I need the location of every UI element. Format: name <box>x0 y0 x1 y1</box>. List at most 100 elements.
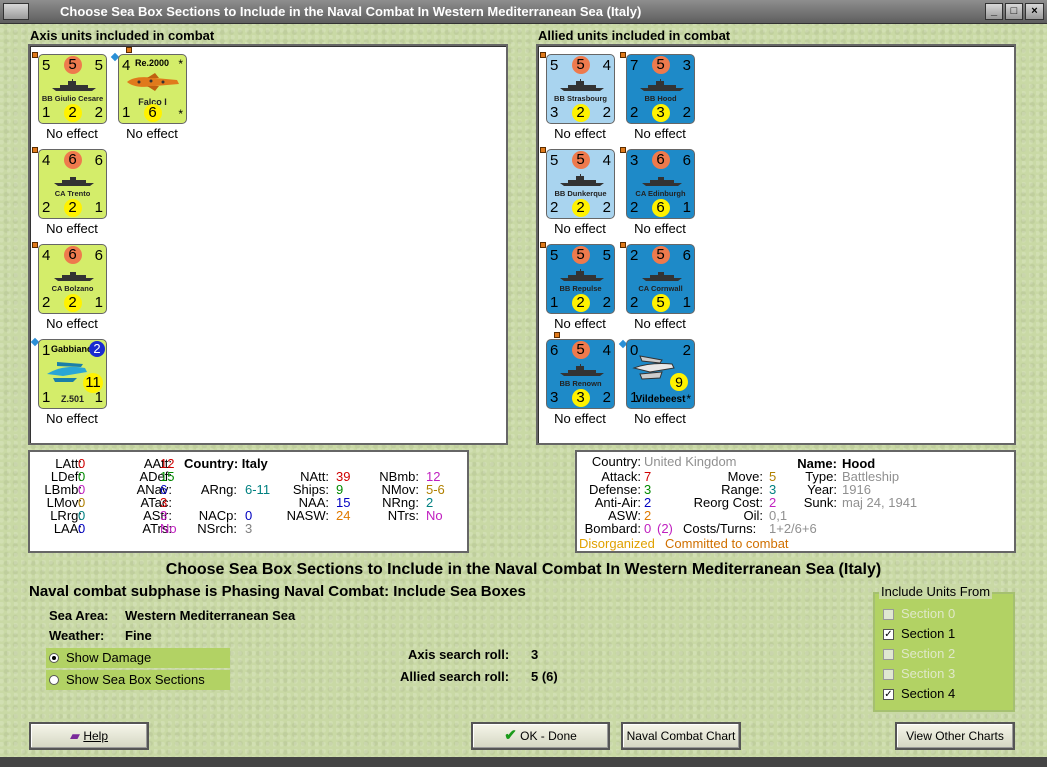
counter-value: 6 <box>94 247 103 264</box>
attack-value: 5 <box>571 56 590 74</box>
unit-counter-bb-repulse[interactable]: 5 5 5 BB Repulse 1 2 2 <box>546 244 615 314</box>
sea-area-value: Western Mediterranean Sea <box>125 608 296 623</box>
section-1-label: Section 1 <box>901 626 956 641</box>
unit-counter-bb-dunkerque[interactable]: 5 5 4 BB Dunkerque 2 2 2 <box>546 149 615 219</box>
section-4-checkbox[interactable]: ✓ <box>883 689 894 700</box>
show-sea-box-sections-option[interactable]: Show Sea Box Sections <box>46 670 230 690</box>
counter-value: 1 <box>94 389 103 406</box>
counter-value: 1 <box>550 294 559 311</box>
counter-value: 2 <box>682 104 691 121</box>
maximize-icon[interactable]: □ <box>1005 3 1023 20</box>
section-1-checkbox[interactable]: ✓ <box>883 629 894 640</box>
counter-value: 2 <box>602 389 611 406</box>
defense-value: 3 <box>571 389 590 407</box>
section-2-checkbox[interactable] <box>883 649 894 660</box>
battleship-icon <box>560 269 604 281</box>
counter-value: 2 <box>630 294 639 311</box>
counter-value: 5 <box>550 247 559 264</box>
system-menu-button[interactable] <box>3 3 29 20</box>
seaplane-icon <box>47 362 87 382</box>
help-button[interactable]: ▰ Help <box>29 722 149 750</box>
unit-counter-ca-cornwall[interactable]: 2 5 6 CA Cornwall 2 5 1 <box>626 244 695 314</box>
attack-value: 6 <box>63 151 82 169</box>
help-book-icon: ▰ <box>69 728 80 743</box>
counter-value: 1 <box>42 389 51 406</box>
counter-value: 2 <box>602 294 611 311</box>
counter-value: 5 <box>94 57 103 74</box>
counter-value: 1 <box>682 199 691 216</box>
counter-value: 4 <box>602 342 611 359</box>
defense-value: 2 <box>63 294 82 312</box>
counter-value: 1 <box>122 104 131 121</box>
disorganized-status: Disorganized <box>579 536 655 551</box>
stat-label: NASW: <box>286 508 329 523</box>
radio-unselected-icon[interactable] <box>49 675 59 685</box>
unit-counter-ca-edinburgh[interactable]: 3 6 6 CA Edinburgh 2 6 1 <box>626 149 695 219</box>
counter-value: 3 <box>550 389 559 406</box>
unit-counter-ca-trento[interactable]: 4 6 6 CA Trento 2 2 1 <box>38 149 107 219</box>
counter-value: 4 <box>602 152 611 169</box>
unit-marker <box>126 47 132 53</box>
info-value: 1+2/6+6 <box>769 521 817 536</box>
unit-status: No effect <box>634 411 686 426</box>
counter-value: 2 <box>42 199 51 216</box>
unit-counter-vildebeest[interactable]: 0 2 Vildebeest 1 9 * <box>626 339 695 409</box>
option-label: Show Sea Box Sections <box>66 672 205 687</box>
ok-done-button[interactable]: ✔ OK - Done <box>471 722 610 750</box>
radio-selected-icon[interactable] <box>49 653 59 663</box>
naval-combat-chart-button[interactable]: Naval Combat Chart <box>621 722 741 750</box>
unit-counter-bb-hood[interactable]: 7 5 3 BB Hood 2 3 2 <box>626 54 695 124</box>
unit-status: No effect <box>46 411 98 426</box>
weather-value: Fine <box>125 628 152 643</box>
allied-panel-title: Allied units included in combat <box>538 28 731 43</box>
show-damage-option[interactable]: Show Damage <box>46 648 230 668</box>
counter-value: 2 <box>630 199 639 216</box>
allied-units-panel: 5 5 4 BB Strasbourg 3 2 2 No effect 7 5 … <box>536 44 1016 445</box>
unit-counter-bb-renown[interactable]: 6 5 4 BB Renown 3 3 2 <box>546 339 615 409</box>
unit-counter-bb-giulio-cesare[interactable]: 5 5 5 BB Giulio Cesare 1 2 2 <box>38 54 107 124</box>
defense-value: 9 <box>670 373 688 391</box>
status-bar <box>0 757 1047 767</box>
include-units-group: Include Units From Section 0 ✓ Section 1… <box>873 584 1015 712</box>
counter-value: 5 <box>550 57 559 74</box>
counter-value: 1 <box>630 389 639 406</box>
unit-counter-bb-strasbourg[interactable]: 5 5 4 BB Strasbourg 3 2 2 <box>546 54 615 124</box>
defense-value: 2 <box>63 104 82 122</box>
unit-status: No effect <box>554 221 606 236</box>
defense-value: 6 <box>651 199 670 217</box>
unit-name: CA Cornwall <box>638 284 683 293</box>
section-0-checkbox[interactable] <box>883 609 894 620</box>
stat-value: 0 <box>78 521 86 536</box>
unit-status: No effect <box>634 221 686 236</box>
unit-counter-ca-bolzano[interactable]: 4 6 6 CA Bolzano 2 2 1 <box>38 244 107 314</box>
unit-status: No effect <box>554 126 606 141</box>
axis-roll-value: 3 <box>531 647 539 662</box>
counter-value: 6 <box>682 152 691 169</box>
axis-panel-title: Axis units included in combat <box>30 28 215 43</box>
counter-value: 1 <box>682 294 691 311</box>
minimize-icon[interactable]: _ <box>985 3 1003 20</box>
close-icon[interactable]: × <box>1025 3 1044 20</box>
weather-label: Weather: <box>49 628 105 643</box>
info-label: Costs/Turns: <box>683 521 757 536</box>
help-button-label: Help <box>83 729 109 743</box>
counter-value: 2 <box>42 294 51 311</box>
counter-value: 1 <box>94 199 103 216</box>
view-other-charts-button[interactable]: View Other Charts <box>895 722 1015 750</box>
info-label: Country: <box>591 454 641 469</box>
counter-value: 1 <box>42 104 51 121</box>
cruiser-icon <box>54 272 94 281</box>
counter-value: 3 <box>550 104 559 121</box>
battleship-icon <box>640 79 684 91</box>
counter-value: 1 <box>42 342 51 359</box>
unit-counter-z501[interactable]: 1 Gabbiano 2 Z.501 1 11 1 <box>38 339 107 409</box>
unit-counter-falco-i[interactable]: 4 Re.2000 * Falco I 1 6 * <box>118 54 187 124</box>
attack-value: 5 <box>651 246 670 264</box>
unit-name: BB Strasbourg <box>554 94 607 103</box>
defense-value: 5 <box>651 294 670 312</box>
counter-value: * <box>178 57 183 71</box>
section-3-checkbox[interactable] <box>883 669 894 680</box>
unit-status: No effect <box>554 411 606 426</box>
info-label: Bombard: <box>584 521 641 536</box>
section-2-label: Section 2 <box>901 646 956 661</box>
